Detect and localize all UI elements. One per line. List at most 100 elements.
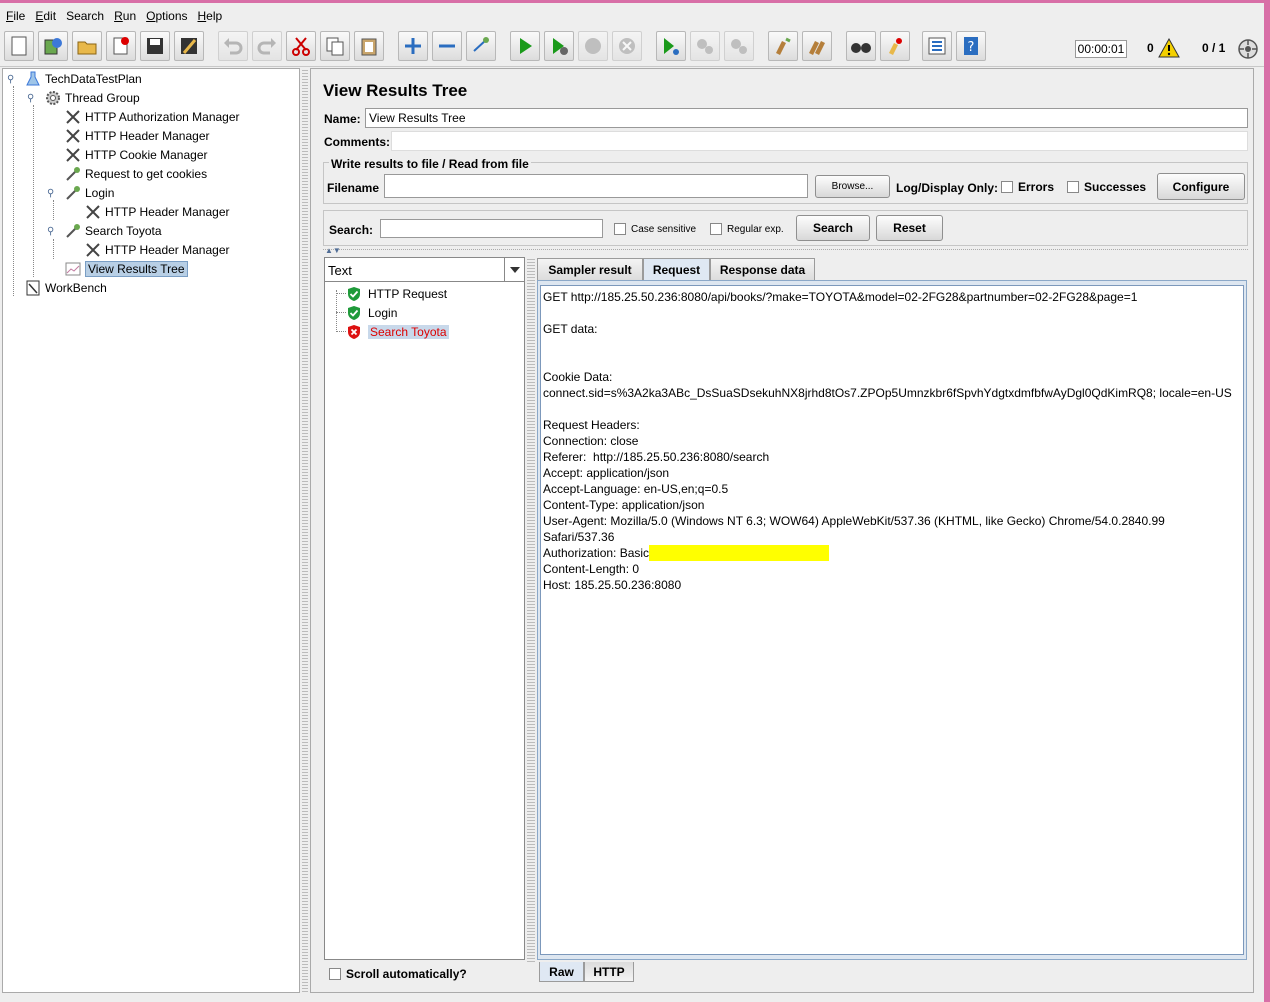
tree-toggle-login[interactable]: ⚲ <box>47 188 54 199</box>
help-button[interactable]: ? <box>956 31 986 61</box>
redacted-credentials <box>649 545 830 561</box>
function-list-icon <box>928 37 946 55</box>
tree-toggle-search[interactable]: ⚲ <box>47 226 54 237</box>
start-no-pauses-button[interactable] <box>544 31 574 61</box>
tab-raw[interactable]: Raw <box>539 962 584 982</box>
view-results-tree-panel: View Results Tree Name: View Results Tre… <box>310 68 1254 993</box>
page-title: View Results Tree <box>323 81 468 100</box>
tree-node-request-cookies[interactable]: Request to get cookies <box>64 165 207 183</box>
svg-text:?: ? <box>968 40 975 55</box>
open-button[interactable] <box>72 31 102 61</box>
menu-file[interactable]: File <box>4 9 33 23</box>
successes-checkbox[interactable]: Successes <box>1067 180 1146 194</box>
clear-all-button[interactable] <box>802 31 832 61</box>
gear-icon <box>44 89 62 107</box>
wrench-icon <box>64 146 82 164</box>
copy-button[interactable] <box>320 31 350 61</box>
remote-stop-all-button[interactable] <box>690 31 720 61</box>
templates-button[interactable] <box>38 31 68 61</box>
success-shield-icon <box>348 306 360 320</box>
menu-options[interactable]: Options <box>144 9 195 23</box>
request-detail-panel: GET http://185.25.50.236:8080/api/books/… <box>537 280 1247 960</box>
results-splitter[interactable] <box>527 257 535 962</box>
scroll-automatically-box <box>329 968 341 980</box>
menu-run[interactable]: Run <box>112 9 144 23</box>
stop-button[interactable] <box>578 31 608 61</box>
tree-splitter[interactable] <box>302 68 308 993</box>
paste-button[interactable] <box>354 31 384 61</box>
clear-button[interactable] <box>768 31 798 61</box>
reset-search-icon <box>889 38 902 55</box>
tree-node-auth-manager[interactable]: HTTP Authorization Manager <box>64 108 240 126</box>
tree-node-testplan[interactable]: TechDataTestPlan <box>24 70 142 88</box>
shutdown-button[interactable] <box>612 31 642 61</box>
request-line <box>543 337 1241 353</box>
tree-node-search-toyota[interactable]: Search Toyota <box>64 222 162 240</box>
tree-node-header-manager-1[interactable]: HTTP Header Manager <box>64 127 210 145</box>
log-viewer-icon[interactable] <box>1237 38 1259 60</box>
tree-node-login[interactable]: Login <box>64 184 114 202</box>
divider-arrows-icon[interactable]: ▲▼ <box>325 246 341 255</box>
new-button[interactable] <box>4 31 34 61</box>
case-sensitive-checkbox[interactable]: Case sensitive <box>614 223 696 235</box>
tab-request[interactable]: Request <box>643 258 710 280</box>
renderer-select[interactable]: Text <box>325 258 524 282</box>
chevron-down-icon[interactable] <box>504 258 524 281</box>
tab-http[interactable]: HTTP <box>584 962 634 982</box>
save-as-icon <box>181 38 197 54</box>
save-as-button[interactable] <box>174 31 204 61</box>
tree-node-thread-group[interactable]: Thread Group <box>44 89 140 107</box>
result-item-login[interactable]: Login <box>347 304 397 322</box>
browse-button[interactable]: Browse... <box>815 175 890 198</box>
search-tree-button[interactable] <box>846 31 876 61</box>
result-item-http-request[interactable]: HTTP Request <box>347 285 447 303</box>
undo-button[interactable] <box>218 31 248 61</box>
function-helper-button[interactable] <box>922 31 952 61</box>
tab-response-data[interactable]: Response data <box>710 258 815 280</box>
tree-node-header-manager-2[interactable]: HTTP Header Manager <box>84 203 230 221</box>
tree-node-header-manager-3[interactable]: HTTP Header Manager <box>84 241 230 259</box>
tree-node-workbench[interactable]: WorkBench <box>24 279 107 297</box>
menu-search[interactable]: Search <box>64 9 112 23</box>
tree-node-cookie-manager[interactable]: HTTP Cookie Manager <box>64 146 208 164</box>
minus-icon <box>439 44 455 48</box>
menu-edit[interactable]: Edit <box>33 9 64 23</box>
collapse-all-button[interactable] <box>432 31 462 61</box>
undo-icon <box>224 38 243 55</box>
remote-start-all-button[interactable] <box>656 31 686 61</box>
remote-shutdown-all-button[interactable] <box>724 31 754 61</box>
reset-button[interactable]: Reset <box>876 215 943 241</box>
redo-button[interactable] <box>252 31 282 61</box>
filename-input[interactable] <box>384 174 808 198</box>
search-button[interactable]: Search <box>796 215 870 241</box>
configure-button[interactable]: Configure <box>1157 173 1245 200</box>
search-input[interactable] <box>380 219 603 238</box>
menu-help[interactable]: Help <box>196 9 231 23</box>
result-item-search-toyota[interactable]: Search Toyota <box>347 323 449 341</box>
cut-button[interactable] <box>286 31 316 61</box>
results-divider[interactable] <box>323 249 1248 253</box>
name-field[interactable]: View Results Tree <box>365 108 1248 128</box>
reset-search-button[interactable] <box>880 31 910 61</box>
save-button[interactable] <box>140 31 170 61</box>
request-text-area[interactable]: GET http://185.25.50.236:8080/api/books/… <box>540 285 1244 955</box>
tree-toggle-testplan[interactable]: ⚲ <box>7 74 14 85</box>
expand-all-button[interactable] <box>398 31 428 61</box>
active-threads: 0 / 1 <box>1202 41 1226 55</box>
regular-exp-checkbox[interactable]: Regular exp. <box>710 223 784 235</box>
tree-node-view-results-tree[interactable]: View Results Tree <box>64 260 188 278</box>
tree-toggle-threadgroup[interactable]: ⚲ <box>27 93 34 104</box>
successes-checkbox-box <box>1067 181 1079 193</box>
comments-field[interactable] <box>391 131 1248 151</box>
toggle-button[interactable] <box>466 31 496 61</box>
start-button[interactable] <box>510 31 540 61</box>
scroll-automatically-checkbox[interactable]: Scroll automatically? <box>329 967 467 981</box>
scissors-icon <box>292 37 310 56</box>
close-button[interactable] <box>106 31 136 61</box>
tab-sampler-result[interactable]: Sampler result <box>537 258 643 280</box>
workbench-icon <box>24 279 42 297</box>
flask-icon <box>24 70 42 88</box>
errors-checkbox[interactable]: Errors <box>1001 180 1054 194</box>
warning-icon[interactable] <box>1158 38 1180 58</box>
play-no-timers-icon <box>553 38 568 55</box>
